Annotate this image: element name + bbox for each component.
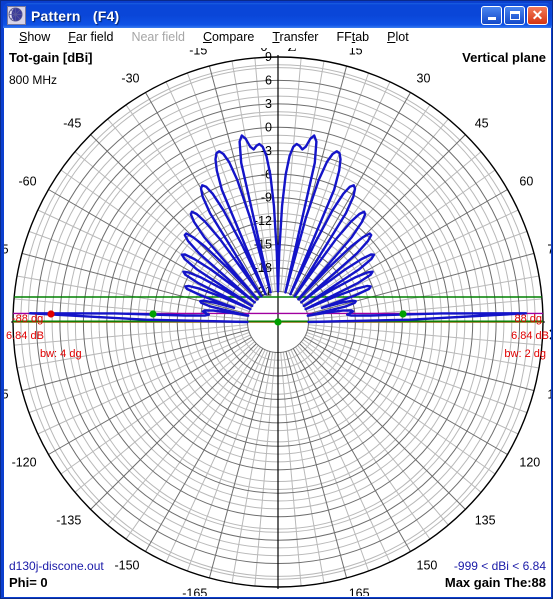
menu-show[interactable]: Show: [10, 29, 59, 46]
annotation-left-gain: 6.84 dB: [6, 330, 44, 342]
angle-tick-label: -75: [4, 242, 9, 256]
angle-tick-label: 0: [261, 48, 268, 54]
plot-plane-label: Vertical plane: [462, 50, 546, 65]
plot-frequency: 800 MHz: [9, 73, 58, 87]
angle-tick-label: 75: [547, 242, 551, 256]
footer-phi: Phi= 0: [9, 575, 48, 590]
pattern-window: Pattern (F4) ✕ Show Far field Near field…: [0, 0, 553, 599]
angle-tick-label: -60: [19, 175, 37, 189]
annotation-left-bw: bw: 4 dg: [40, 348, 82, 360]
angle-tick-label: -135: [56, 514, 81, 528]
beamwidth-left-marker: [149, 310, 157, 318]
angle-tick-label: 30: [417, 72, 431, 86]
footer-dbi-range: -999 < dBi < 6.84: [453, 559, 546, 573]
title-bar[interactable]: Pattern (F4) ✕: [3, 3, 552, 28]
xy-axis-label-group: [549, 329, 551, 340]
radial-tick-label: 0: [265, 120, 272, 134]
angle-tick-label: -165: [182, 586, 207, 596]
maximize-button[interactable]: [504, 6, 525, 25]
angle-tick-label: -120: [12, 456, 37, 470]
angle-tick-label: 60: [519, 175, 533, 189]
radial-tick-label: 3: [265, 97, 272, 111]
angle-tick-label: 120: [519, 456, 540, 470]
client-area: Show Far field Near field Compare Transf…: [4, 28, 551, 597]
max-gain-left-marker: [47, 310, 55, 318]
polar-plot-area: 9630-3-6-9-12-15-18-21015304560759010512…: [4, 48, 551, 596]
menu-fftab[interactable]: FFtab: [327, 29, 378, 46]
minimize-button[interactable]: [481, 6, 502, 25]
angle-tick-label: -30: [121, 72, 139, 86]
window-title: Pattern (F4): [31, 7, 120, 24]
footer-filename: d130j-discone.out: [9, 559, 104, 573]
menu-near-field: Near field: [131, 30, 185, 44]
annotation-left-angle: -88 dg: [12, 313, 44, 325]
radial-tick-label: 6: [265, 74, 272, 88]
maximize-icon: [509, 11, 520, 20]
menu-plot[interactable]: Plot: [378, 29, 418, 46]
angle-tick-label: 135: [475, 514, 496, 528]
menu-transfer[interactable]: Transfer: [263, 29, 327, 46]
annotation-right-angle: 88 dg: [514, 313, 542, 325]
angle-tick-label: -105: [4, 388, 9, 402]
annotation-right-gain: 6.84 dB: [511, 330, 549, 342]
z-axis-label: Z: [287, 48, 296, 55]
close-button[interactable]: ✕: [527, 6, 548, 25]
angle-tick-label: 45: [475, 116, 489, 130]
angle-tick-label: 105: [547, 388, 551, 402]
close-icon: ✕: [531, 7, 544, 23]
angle-tick-label: 150: [417, 558, 438, 572]
footer-max-gain: Max gain The:88: [444, 575, 546, 590]
center-origin-marker: [274, 318, 282, 326]
annotation-right-bw: bw: 2 dg: [504, 348, 546, 360]
menu-bar: Show Far field Near field Compare Transf…: [4, 28, 551, 48]
angle-tick-label: -45: [63, 116, 81, 130]
angle-tick-label: -15: [189, 48, 207, 58]
beamwidth-right-marker: [399, 310, 407, 318]
polar-pattern-icon: [7, 6, 26, 25]
angle-tick-label: -150: [114, 558, 139, 572]
window-controls: ✕: [481, 6, 548, 25]
radial-tick-label: -9: [261, 191, 272, 205]
menu-far-field[interactable]: Far field: [59, 29, 122, 46]
angle-tick-label: 15: [349, 48, 363, 58]
menu-compare[interactable]: Compare: [194, 29, 263, 46]
minimize-icon: [487, 17, 496, 20]
plot-title-totgain: Tot-gain [dBi]: [9, 50, 93, 65]
angle-tick-label: 165: [349, 586, 370, 596]
polar-chart-svg: 9630-3-6-9-12-15-18-21015304560759010512…: [4, 48, 551, 596]
xy-arrow-icon: [549, 329, 551, 340]
